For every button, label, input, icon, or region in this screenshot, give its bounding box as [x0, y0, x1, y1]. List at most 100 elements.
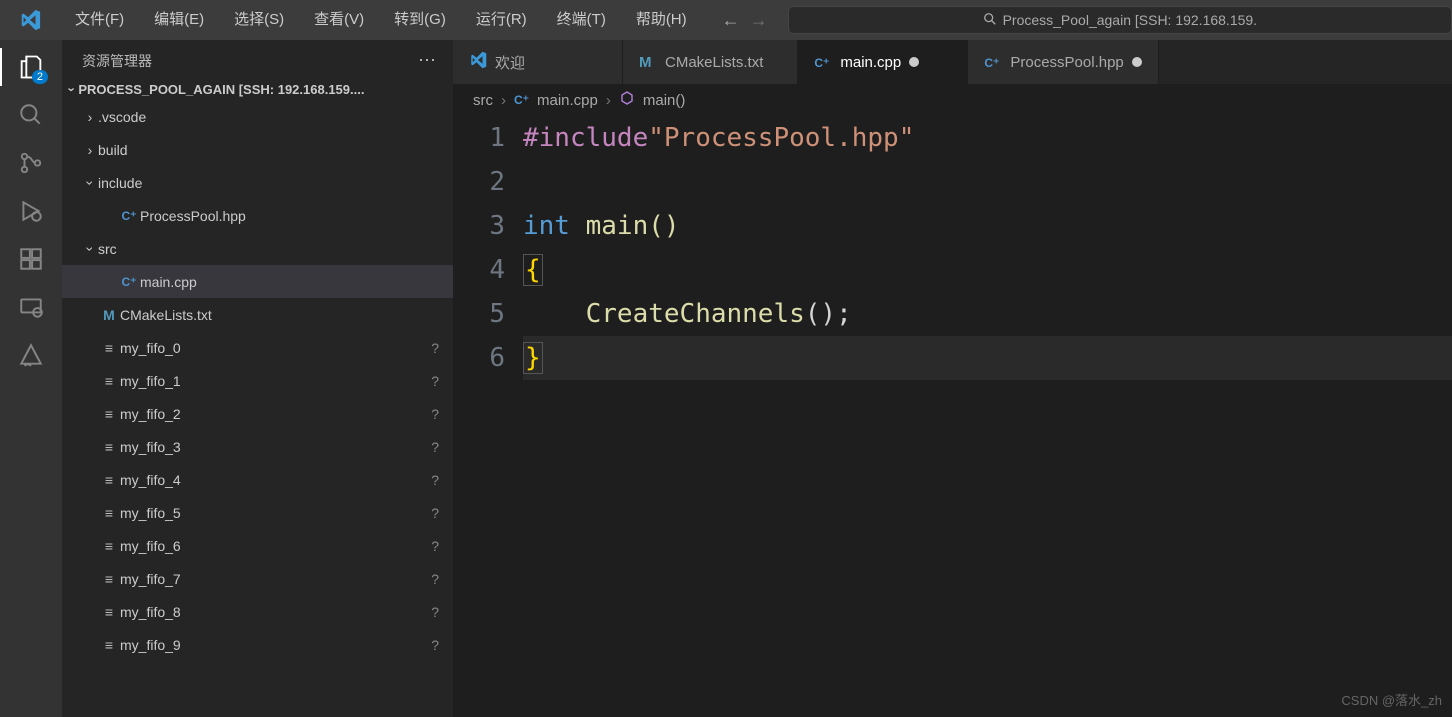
git-status: ?: [431, 406, 439, 422]
explorer-header: 资源管理器 ⋯: [62, 40, 453, 79]
chevron-icon: [82, 109, 98, 125]
file-icon: ≡: [98, 406, 120, 422]
more-icon[interactable]: ⋯: [418, 50, 437, 71]
search-activity-icon[interactable]: [12, 96, 50, 134]
code-content[interactable]: #include"ProcessPool.hpp" int main() { C…: [523, 116, 1452, 380]
tree-file[interactable]: ≡my_fifo_9?: [62, 628, 453, 661]
git-status: ?: [431, 340, 439, 356]
tree-file[interactable]: C⁺ProcessPool.hpp: [62, 199, 453, 232]
extensions-icon[interactable]: [12, 240, 50, 278]
remote-explorer-icon[interactable]: [12, 288, 50, 326]
menu-item[interactable]: 查看(V): [299, 0, 379, 40]
tab-label: 欢迎: [495, 52, 525, 73]
cmake-icon[interactable]: [12, 336, 50, 374]
tree-folder[interactable]: include: [62, 166, 453, 199]
vscode-logo-icon: [0, 9, 60, 31]
tok-call-end: ();: [805, 299, 852, 329]
tree-file[interactable]: C⁺main.cpp: [62, 265, 453, 298]
editor-tab[interactable]: C⁺main.cpp: [798, 40, 968, 84]
file-icon: ≡: [98, 604, 120, 620]
modified-dot-icon: [909, 57, 919, 67]
file-icon: ≡: [98, 373, 120, 389]
code-editor[interactable]: 123456 #include"ProcessPool.hpp" int mai…: [453, 116, 1452, 380]
watermark: CSDN @落水_zh: [1341, 690, 1442, 709]
chevron-right-icon: ›: [501, 92, 506, 109]
tree-file[interactable]: MCMakeLists.txt: [62, 298, 453, 331]
search-text: Process_Pool_again [SSH: 192.168.159.: [1003, 12, 1258, 28]
nav-back-icon[interactable]: ←: [722, 10, 740, 31]
git-status: ?: [431, 505, 439, 521]
file-icon: ≡: [98, 472, 120, 488]
menu-item[interactable]: 编辑(E): [139, 0, 219, 40]
breadcrumbs[interactable]: src › C⁺ main.cpp › main(): [453, 84, 1452, 116]
modified-dot-icon: [1132, 57, 1142, 67]
line-number: 1: [453, 116, 505, 160]
tab-label: CMakeLists.txt: [665, 54, 763, 71]
explorer-icon[interactable]: 2: [12, 48, 50, 86]
git-status: ?: [431, 604, 439, 620]
tree-file[interactable]: ≡my_fifo_8?: [62, 595, 453, 628]
command-center[interactable]: Process_Pool_again [SSH: 192.168.159.: [788, 6, 1452, 34]
git-status: ?: [431, 571, 439, 587]
chevron-icon: [82, 175, 98, 191]
crumb-file[interactable]: main.cpp: [537, 92, 598, 109]
cpp-icon: C⁺: [118, 275, 140, 289]
tree-item-label: build: [98, 142, 128, 158]
run-debug-icon[interactable]: [12, 192, 50, 230]
tree-item-label: my_fifo_0: [120, 340, 181, 356]
menu-item[interactable]: 帮助(H): [621, 0, 702, 40]
tok-call: CreateChannels: [586, 299, 805, 329]
menu-item[interactable]: 选择(S): [219, 0, 299, 40]
menu-item[interactable]: 转到(G): [379, 0, 461, 40]
tree-file[interactable]: ≡my_fifo_6?: [62, 529, 453, 562]
tree-file[interactable]: ≡my_fifo_0?: [62, 331, 453, 364]
editor-tab[interactable]: MCMakeLists.txt: [623, 40, 798, 84]
tree-folder[interactable]: .vscode: [62, 100, 453, 133]
search-icon: [983, 12, 997, 29]
cpp-icon: C⁺: [514, 93, 529, 107]
tree-folder[interactable]: build: [62, 133, 453, 166]
menu-item[interactable]: 终端(T): [542, 0, 621, 40]
tab-icon: C⁺: [984, 54, 1002, 71]
tok-parens: (): [648, 211, 679, 241]
nav-forward-icon[interactable]: →: [750, 10, 768, 31]
project-name: PROCESS_POOL_AGAIN [SSH: 192.168.159....: [78, 82, 364, 97]
project-header[interactable]: PROCESS_POOL_AGAIN [SSH: 192.168.159....: [62, 79, 453, 100]
tree-item-label: my_fifo_2: [120, 406, 181, 422]
tree-file[interactable]: ≡my_fifo_5?: [62, 496, 453, 529]
file-tree: .vscodebuildincludeC⁺ProcessPool.hppsrcC…: [62, 100, 453, 661]
tree-item-label: my_fifo_8: [120, 604, 181, 620]
crumb-symbol[interactable]: main(): [643, 92, 686, 109]
menu-item[interactable]: 文件(F): [60, 0, 139, 40]
tree-file[interactable]: ≡my_fifo_2?: [62, 397, 453, 430]
tab-label: main.cpp: [840, 54, 901, 71]
chevron-icon: [82, 241, 98, 257]
menu-item[interactable]: 运行(R): [461, 0, 542, 40]
editor-tab[interactable]: 欢迎: [453, 40, 623, 84]
tree-file[interactable]: ≡my_fifo_4?: [62, 463, 453, 496]
git-status: ?: [431, 373, 439, 389]
tree-file[interactable]: ≡my_fifo_1?: [62, 364, 453, 397]
file-icon: ≡: [98, 538, 120, 554]
tok-main: main: [586, 211, 649, 241]
menu-bar: 文件(F)编辑(E)选择(S)查看(V)转到(G)运行(R)终端(T)帮助(H): [60, 0, 702, 40]
file-icon: ≡: [98, 340, 120, 356]
line-gutter: 123456: [453, 116, 523, 380]
tree-item-label: my_fifo_5: [120, 505, 181, 521]
source-control-icon[interactable]: [12, 144, 50, 182]
tree-item-label: CMakeLists.txt: [120, 307, 212, 323]
tree-item-label: my_fifo_3: [120, 439, 181, 455]
crumb-folder[interactable]: src: [473, 92, 493, 109]
line-number: 5: [453, 292, 505, 336]
tok-int: int: [523, 211, 570, 241]
tree-folder[interactable]: src: [62, 232, 453, 265]
tree-item-label: my_fifo_4: [120, 472, 181, 488]
tree-file[interactable]: ≡my_fifo_7?: [62, 562, 453, 595]
symbol-icon: [619, 90, 635, 110]
line-number: 6: [453, 336, 505, 380]
tab-icon: [469, 51, 487, 73]
tree-file[interactable]: ≡my_fifo_3?: [62, 430, 453, 463]
line-number: 2: [453, 160, 505, 204]
editor-tab[interactable]: C⁺ProcessPool.hpp: [968, 40, 1158, 84]
tok-include: #include: [523, 123, 648, 153]
